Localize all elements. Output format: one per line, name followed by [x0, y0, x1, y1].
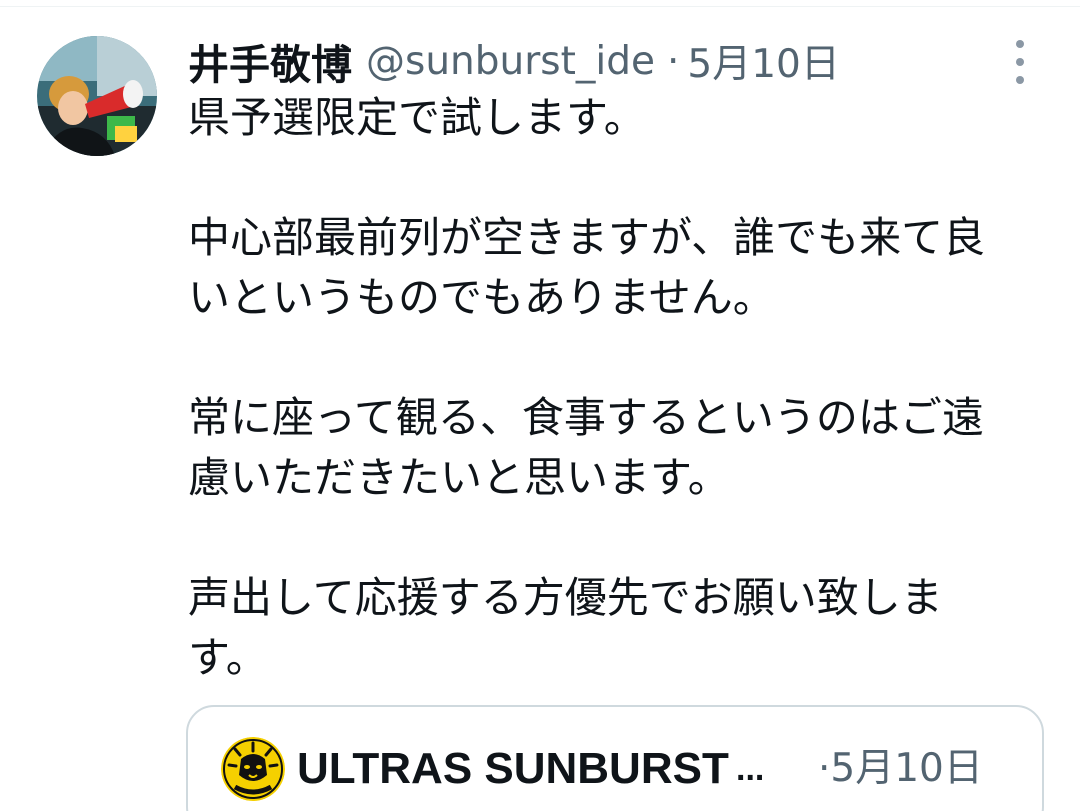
tweet-header: 井手敬博 @sunburst_ide · 5月10日	[188, 30, 840, 92]
author-avatar[interactable]	[37, 36, 157, 156]
tweet-paragraph: 中心部最前列が空きますが、誰でも来て良 いというものでもありません。	[188, 213, 986, 322]
tweet[interactable]: 井手敬博 @sunburst_ide · 5月10日 県予選限定で試します。 中…	[0, 0, 1080, 811]
sunburst-lion-logo-icon	[221, 737, 285, 801]
quoted-tweet-date: 5月10日	[830, 746, 983, 791]
quoted-author-display-name[interactable]: ULTRAS SUNBURST	[297, 740, 729, 798]
meta-separator: ·	[666, 38, 680, 84]
tweet-paragraph: 声出して応援する方優先でお願い致しま す。	[188, 573, 943, 682]
more-vertical-icon	[1016, 40, 1024, 48]
quoted-tweet-meta[interactable]: ·5月10日	[818, 740, 983, 798]
top-divider	[0, 0, 1080, 7]
quoted-name-ellipsis: ...	[736, 750, 765, 788]
tweet-paragraph: 県予選限定で試します。	[188, 93, 646, 142]
avatar-photo-icon	[37, 36, 157, 156]
more-vertical-icon-dot	[1016, 76, 1024, 84]
tweet-date[interactable]: 5月10日	[687, 33, 839, 89]
tweet-body: 県予選限定で試します。 中心部最前列が空きますが、誰でも来て良 いというものでも…	[188, 88, 1058, 688]
meta-separator: ·	[818, 746, 831, 791]
author-display-name[interactable]: 井手敬博	[188, 31, 352, 91]
more-options-button[interactable]	[1004, 40, 1036, 84]
author-handle[interactable]: @sunburst_ide	[366, 39, 655, 84]
tweet-paragraph: 常に座って観る、食事するというのはご遠 慮いただきたいと思います。	[188, 393, 984, 502]
quoted-author-avatar[interactable]	[221, 737, 285, 801]
more-vertical-icon-dot	[1016, 58, 1024, 66]
